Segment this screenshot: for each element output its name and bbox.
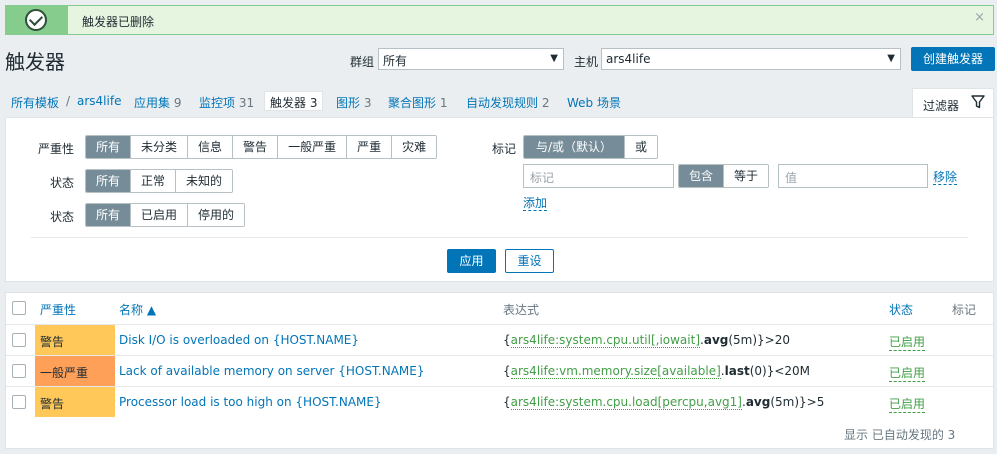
state-option-normal[interactable]: 正常 <box>131 170 177 192</box>
status-toggle-link[interactable]: 已启用 <box>889 333 926 351</box>
header-tags: 标记 <box>952 303 977 317</box>
nav-discovery-rules[interactable]: 自动发现规则 2 <box>466 94 549 111</box>
tag-name-input[interactable]: 标记 <box>523 164 674 188</box>
nav-screens[interactable]: 聚合图形 1 <box>388 94 447 111</box>
reset-button[interactable]: 重设 <box>505 249 554 273</box>
tags-mode-and-or[interactable]: 与/或（默认） <box>524 136 626 158</box>
apply-button[interactable]: 应用 <box>447 249 496 273</box>
tags-mode-or[interactable]: 或 <box>625 136 658 158</box>
nav-applications[interactable]: 应用集 9 <box>134 94 181 111</box>
remove-tag-link[interactable]: 移除 <box>933 170 958 185</box>
severity-option-disaster[interactable]: 灾难 <box>392 136 437 158</box>
header-name[interactable]: 名称 ▲ <box>119 301 156 318</box>
filter-divider <box>31 237 968 238</box>
severity-cell: 警告 <box>35 325 115 355</box>
severity-cell: 警告 <box>35 387 115 417</box>
close-icon[interactable]: × <box>974 10 985 25</box>
nav-items[interactable]: 监控项 31 <box>199 94 254 111</box>
status-toggle-link[interactable]: 已启用 <box>889 395 926 413</box>
add-tag-link[interactable]: 添加 <box>523 196 548 211</box>
severity-option-information[interactable]: 信息 <box>188 136 234 158</box>
host-label: 主机 <box>574 55 599 69</box>
success-message-text: 触发器已删除 <box>82 15 155 29</box>
table-row: 警告 Disk I/O is overloaded on {HOST.NAME}… <box>6 324 993 355</box>
success-message: 触发器已删除 × <box>5 5 994 35</box>
group-label: 群组 <box>350 55 375 69</box>
status-option-enabled[interactable]: 已启用 <box>131 204 189 226</box>
tag-operator-equals[interactable]: 等于 <box>724 165 769 187</box>
severity-option-all[interactable]: 所有 <box>86 136 132 158</box>
trigger-name-link[interactable]: Processor load is too high on {HOST.NAME… <box>119 395 382 409</box>
nav-host[interactable]: ars4life <box>77 94 121 108</box>
header-severity[interactable]: 严重性 <box>40 301 76 318</box>
host-navigation: 所有模板 / ars4life 应用集 9 监控项 31 触发器 3 图形 3 … <box>5 88 994 118</box>
state-label: 状态 <box>49 176 74 190</box>
create-trigger-button[interactable]: 创建触发器 <box>911 47 995 71</box>
row-checkbox[interactable] <box>12 333 26 347</box>
host-select[interactable]: ars4life ▼ <box>601 48 901 70</box>
table-footer-count: 显示 已自动发现的 3 <box>844 428 956 442</box>
tags-mode-segmented: 与/或（默认） 或 <box>523 135 659 159</box>
status-segmented: 所有 已启用 停用的 <box>85 203 246 227</box>
success-icon-box <box>6 6 68 34</box>
severity-option-average[interactable]: 一般严重 <box>278 136 348 158</box>
tag-operator-contains[interactable]: 包含 <box>679 165 725 187</box>
status-option-disabled[interactable]: 停用的 <box>188 204 245 226</box>
tag-operator-segmented: 包含 等于 <box>678 164 770 188</box>
status-label: 状态 <box>49 210 74 224</box>
page-title: 触发器 <box>5 50 65 74</box>
table-row: 警告 Processor load is too high on {HOST.N… <box>6 386 993 417</box>
status-toggle-link[interactable]: 已启用 <box>889 364 926 382</box>
select-all-checkbox[interactable] <box>12 301 26 315</box>
state-option-unknown[interactable]: 未知的 <box>176 170 233 192</box>
filter-panel: 严重性 所有 未分类 信息 警告 一般严重 严重 灾难 状态 所有 正常 未知的… <box>5 117 994 282</box>
filter-tab-label: 过滤器 <box>923 99 960 113</box>
triggers-table: 严重性 名称 ▲ 表达式 状态 标记 警告 Disk I/O is overlo… <box>5 292 994 449</box>
trigger-expression: {ars4life:system.cpu.util[,iowait].avg(5… <box>503 333 791 348</box>
header-status[interactable]: 状态 <box>889 301 913 318</box>
expression-item-link[interactable]: ars4life:system.cpu.load[percpu,avg1] <box>510 395 742 410</box>
status-option-all[interactable]: 所有 <box>86 204 132 226</box>
breadcrumb-separator: / <box>66 94 71 108</box>
header-expression: 表达式 <box>503 303 540 317</box>
severity-cell: 一般严重 <box>35 356 115 386</box>
caret-down-icon: ▼ <box>550 53 558 64</box>
severity-label: 严重性 <box>37 142 74 156</box>
host-select-value: ars4life <box>606 52 651 66</box>
trigger-expression: {ars4life:system.cpu.load[percpu,avg1].a… <box>503 395 825 410</box>
severity-option-not-classified[interactable]: 未分类 <box>131 136 189 158</box>
filter-tab[interactable]: 过滤器 <box>912 88 994 118</box>
trigger-name-link[interactable]: Disk I/O is overloaded on {HOST.NAME} <box>119 333 359 347</box>
tag-value-input[interactable]: 值 <box>778 164 928 188</box>
severity-option-warning[interactable]: 警告 <box>233 136 279 158</box>
trigger-expression: {ars4life:vm.memory.size[available].last… <box>503 364 811 379</box>
nav-triggers-active[interactable]: 触发器 3 <box>264 91 324 111</box>
expression-item-link[interactable]: ars4life:system.cpu.util[,iowait] <box>510 333 701 348</box>
check-circle-icon <box>25 9 47 31</box>
severity-option-high[interactable]: 严重 <box>347 136 393 158</box>
filter-icon <box>971 95 985 109</box>
table-row: 一般严重 Lack of available memory on server … <box>6 355 993 386</box>
group-select[interactable]: 所有 ▼ <box>378 48 564 70</box>
caret-down-icon: ▼ <box>887 53 895 64</box>
nav-all-templates[interactable]: 所有模板 <box>11 94 59 111</box>
row-checkbox[interactable] <box>12 364 26 378</box>
tags-label: 标记 <box>491 142 516 156</box>
group-select-value: 所有 <box>383 54 408 68</box>
state-option-all[interactable]: 所有 <box>86 170 132 192</box>
row-checkbox[interactable] <box>12 395 26 409</box>
nav-web-scenarios[interactable]: Web 场景 <box>567 94 621 111</box>
nav-graphs[interactable]: 图形 3 <box>336 94 371 111</box>
severity-segmented: 所有 未分类 信息 警告 一般严重 严重 灾难 <box>85 135 438 159</box>
state-segmented: 所有 正常 未知的 <box>85 169 234 193</box>
expression-item-link[interactable]: ars4life:vm.memory.size[available] <box>510 364 721 379</box>
trigger-name-link[interactable]: Lack of available memory on server {HOST… <box>119 364 424 378</box>
